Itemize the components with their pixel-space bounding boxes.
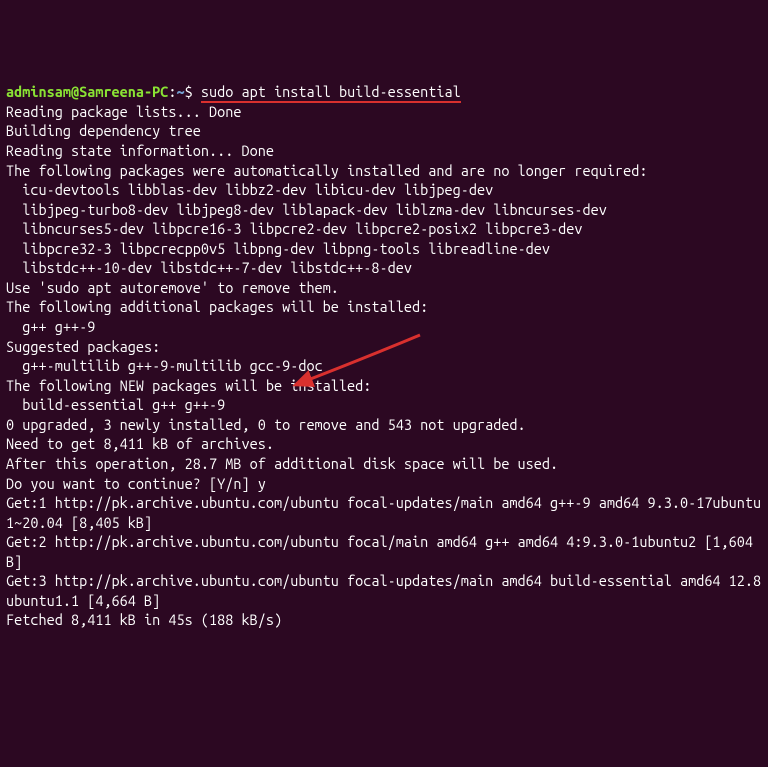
output-line: Do you want to continue? [Y/n] y <box>6 475 266 492</box>
output-line: Get:3 http://pk.archive.ubuntu.com/ubunt… <box>6 572 761 609</box>
output-line: Reading package lists... Done <box>6 103 241 120</box>
output-line: libjpeg-turbo8-dev libjpeg8-dev liblapac… <box>6 201 607 218</box>
prompt-symbol: $ <box>185 83 193 100</box>
output-line: Suggested packages: <box>6 338 160 355</box>
output-line: Get:2 http://pk.archive.ubuntu.com/ubunt… <box>6 533 761 570</box>
prompt-line: adminsam@Samreena-PC:~$ sudo apt install… <box>6 83 461 103</box>
output-line: Reading state information... Done <box>6 142 274 159</box>
command-space <box>193 83 201 100</box>
output-line: g++-multilib g++-9-multilib gcc-9-doc <box>6 357 323 374</box>
output-line: icu-devtools libblas-dev libbz2-dev libi… <box>6 181 493 198</box>
output-line: libncurses5-dev libpcre16-3 libpcre2-dev… <box>6 220 583 237</box>
prompt-separator: : <box>168 83 176 100</box>
output-line: After this operation, 28.7 MB of additio… <box>6 455 558 472</box>
output-line: build-essential g++ g++-9 <box>6 396 225 413</box>
output-line: libpcre32-3 libpcrecpp0v5 libpng-dev lib… <box>6 240 550 257</box>
output-line: Fetched 8,411 kB in 45s (188 kB/s) <box>6 611 282 628</box>
output-line: The following additional packages will b… <box>6 298 428 315</box>
output-line: Need to get 8,411 kB of archives. <box>6 435 274 452</box>
prompt-user-host: adminsam@Samreena-PC <box>6 83 168 100</box>
output-line: g++ g++-9 <box>6 318 95 335</box>
output-line: The following NEW packages will be insta… <box>6 377 371 394</box>
output-line: 0 upgraded, 3 newly installed, 0 to remo… <box>6 416 526 433</box>
command-text: sudo apt install build-essential <box>201 83 461 103</box>
output-line: Building dependency tree <box>6 122 201 139</box>
prompt-cwd: ~ <box>177 83 185 100</box>
output-line: Use 'sudo apt autoremove' to remove them… <box>6 279 339 296</box>
terminal-output[interactable]: adminsam@Samreena-PC:~$ sudo apt install… <box>6 82 762 630</box>
output-line: The following packages were automaticall… <box>6 162 647 179</box>
output-line: libstdc++-10-dev libstdc++-7-dev libstdc… <box>6 259 412 276</box>
output-line: Get:1 http://pk.archive.ubuntu.com/ubunt… <box>6 494 761 531</box>
